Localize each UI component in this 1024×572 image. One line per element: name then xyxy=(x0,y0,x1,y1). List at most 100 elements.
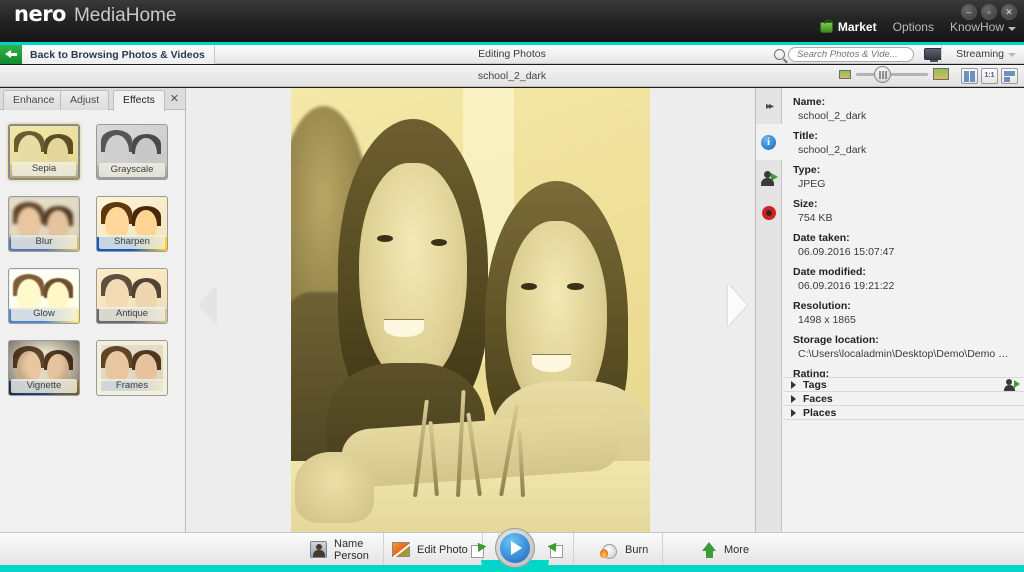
menu-item-knowhow[interactable]: KnowHow xyxy=(950,20,1016,34)
effect-item-vignette[interactable]: Vignette xyxy=(8,340,80,396)
effect-thumbnail[interactable]: Blur xyxy=(8,196,80,252)
metadata-key: Name: xyxy=(793,96,826,108)
next-photo-button[interactable] xyxy=(728,284,747,326)
photo-canvas[interactable] xyxy=(291,88,650,532)
tab-enhance[interactable]: Enhance xyxy=(3,90,65,110)
metadata-row: Resolution: 1498 x 1865 xyxy=(793,300,1015,327)
zoom-slider-handle[interactable] xyxy=(874,65,891,83)
effect-item-frames[interactable]: Frames xyxy=(96,340,168,396)
metadata-row: Size: 754 KB xyxy=(793,198,1015,225)
metadata-value: JPEG xyxy=(798,178,826,190)
effect-item-sepia[interactable]: Sepia xyxy=(8,124,80,180)
info-panel-icon-rail: ▸▸ i xyxy=(756,88,782,532)
view-mode-buttons: 1:1 xyxy=(961,68,1018,84)
tab-adjust[interactable]: Adjust xyxy=(60,90,110,110)
burn-button[interactable]: Burn xyxy=(586,533,664,566)
metadata-value: school_2_dark xyxy=(798,110,867,122)
display-device-icon[interactable] xyxy=(924,48,942,62)
zoom-slider[interactable] xyxy=(856,65,928,83)
effect-item-blur[interactable]: Blur xyxy=(8,196,80,252)
effect-label: Antique xyxy=(99,307,165,321)
photo-girl1-smile xyxy=(384,318,424,337)
metadata-key: Storage location: xyxy=(793,334,879,346)
photo-girl1-eye-left xyxy=(377,234,394,242)
application-window: nero MediaHome – ▫ ✕ Market Options Know… xyxy=(0,0,1024,572)
close-icon: ✕ xyxy=(1005,7,1013,17)
effect-thumbnail[interactable]: Sharpen xyxy=(96,196,168,252)
tab-places[interactable] xyxy=(756,196,782,232)
tab-info[interactable]: i xyxy=(756,124,782,160)
effect-item-antique[interactable]: Antique xyxy=(96,268,168,324)
view-split-button[interactable] xyxy=(961,68,978,84)
person-icon xyxy=(310,541,327,558)
chevron-down-icon xyxy=(1008,52,1016,57)
effect-thumbnail[interactable]: Antique xyxy=(96,268,168,324)
effects-row: Glow Antique xyxy=(8,268,186,324)
metadata-key: Date taken: xyxy=(793,232,850,244)
collapse-panel-button[interactable]: ▸▸ xyxy=(756,88,782,124)
name-person-button[interactable]: Name Person xyxy=(296,533,384,566)
zoom-in-icon[interactable] xyxy=(933,68,949,80)
search-area xyxy=(774,47,914,62)
effect-item-grayscale[interactable]: Grayscale xyxy=(96,124,168,180)
metadata-value: 06.09.2016 15:07:47 xyxy=(798,246,895,258)
section-label: Tags xyxy=(803,378,827,391)
section-faces[interactable]: Faces xyxy=(783,391,1024,406)
effect-thumbnail[interactable]: Glow xyxy=(8,268,80,324)
search-icon xyxy=(774,49,785,60)
streaming-dropdown[interactable]: Streaming xyxy=(941,45,1016,64)
expand-triangle-icon xyxy=(791,380,796,389)
metadata-list: Name: school_2_dark Title: school_2_dark… xyxy=(783,88,1024,532)
metadata-value: school_2_dark xyxy=(798,144,867,156)
metadata-key: Type: xyxy=(793,164,821,176)
effect-label: Frames xyxy=(99,379,165,393)
rotate-right-icon xyxy=(547,539,563,558)
panel-tabs: Enhance Adjust Effects ✕ xyxy=(0,88,185,111)
menu-item-market[interactable]: Market xyxy=(819,19,877,34)
collapse-icon: ▸▸ xyxy=(765,100,774,112)
effect-thumbnail[interactable]: Vignette xyxy=(8,340,80,396)
navigation-bar: Back to Browsing Photos & Videos Editing… xyxy=(0,45,1024,64)
burn-label: Burn xyxy=(625,543,649,556)
zoom-out-icon[interactable] xyxy=(839,69,851,79)
view-fit-button[interactable] xyxy=(1001,68,1018,84)
location-pin-icon xyxy=(762,205,776,223)
effect-label: Glow xyxy=(11,307,77,321)
close-button[interactable]: ✕ xyxy=(1001,4,1017,20)
section-places[interactable]: Places xyxy=(783,405,1024,420)
maximize-button[interactable]: ▫ xyxy=(981,4,997,20)
effect-thumbnail[interactable]: Grayscale xyxy=(96,124,168,180)
play-slideshow-button[interactable] xyxy=(495,528,535,568)
effect-label: Vignette xyxy=(11,379,77,393)
effect-label: Sharpen xyxy=(99,235,165,249)
effect-thumbnail[interactable]: Frames xyxy=(96,340,168,396)
metadata-key: Title: xyxy=(793,130,818,142)
metadata-key: Date modified: xyxy=(793,266,866,278)
search-input[interactable] xyxy=(788,47,914,62)
section-tags[interactable]: Tags xyxy=(783,377,1024,392)
effect-item-glow[interactable]: Glow xyxy=(8,268,80,324)
tab-effects[interactable]: Effects xyxy=(113,90,165,111)
more-button[interactable]: More xyxy=(688,533,763,566)
minimize-icon: – xyxy=(966,7,972,17)
effect-thumbnail[interactable]: Sepia xyxy=(8,124,80,180)
maximize-icon: ▫ xyxy=(987,7,991,17)
more-icon xyxy=(702,541,717,558)
metadata-value: 754 KB xyxy=(798,212,833,224)
metadata-row: Title: school_2_dark xyxy=(793,130,1015,157)
minimize-button[interactable]: – xyxy=(961,4,977,20)
tab-faces[interactable] xyxy=(756,160,782,196)
chevron-down-icon xyxy=(1008,27,1016,31)
menu-item-options[interactable]: Options xyxy=(893,20,934,34)
view-actual-size-button[interactable]: 1:1 xyxy=(981,68,998,84)
close-panel-icon[interactable]: ✕ xyxy=(170,92,179,105)
burn-icon xyxy=(600,542,618,559)
metadata-key: Resolution: xyxy=(793,300,851,312)
metadata-row: Name: school_2_dark xyxy=(793,96,1015,123)
previous-photo-button[interactable] xyxy=(198,284,217,326)
metadata-key: Size: xyxy=(793,198,818,210)
metadata-row: Storage location: C:\Users\localadmin\De… xyxy=(793,334,1015,361)
expand-triangle-icon xyxy=(791,408,796,417)
effect-item-sharpen[interactable]: Sharpen xyxy=(96,196,168,252)
more-label: More xyxy=(724,543,750,556)
